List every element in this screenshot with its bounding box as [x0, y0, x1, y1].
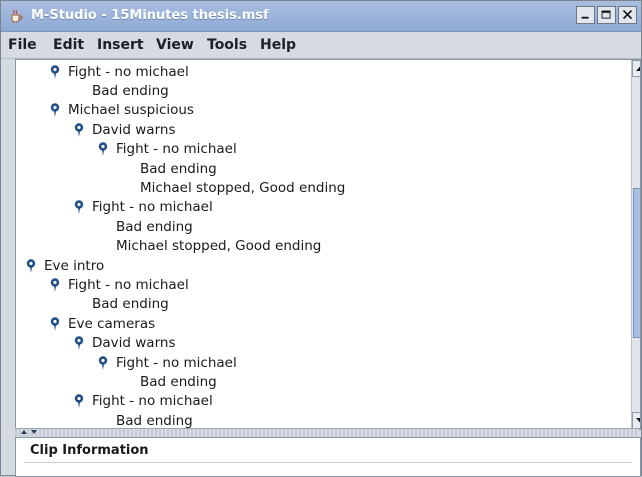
minimize-icon	[581, 16, 589, 19]
tree-node[interactable]: Bad ending	[92, 295, 169, 314]
tree-node-label: Eve cameras	[68, 315, 156, 332]
tree-node-label: Bad ending	[140, 160, 217, 177]
map-pin-icon	[74, 336, 84, 351]
menu-tools[interactable]: Tools	[207, 37, 247, 53]
arrow-up-icon	[636, 66, 640, 71]
tree-node[interactable]: Michael suspicious	[48, 101, 194, 120]
menu-edit[interactable]: Edit	[53, 37, 84, 53]
tree-node[interactable]: Fight - no michael	[72, 392, 213, 411]
tree-node[interactable]: Eve intro	[24, 256, 104, 275]
tree-node[interactable]: Michael stopped, Good ending	[116, 237, 321, 256]
map-pin-icon	[74, 200, 84, 215]
menu-view[interactable]: View	[156, 37, 194, 53]
menu-file[interactable]: File	[8, 37, 37, 53]
tree-node-label: Bad ending	[116, 218, 193, 235]
title-bar[interactable]: M-Studio - 15Minutes thesis.msf	[1, 1, 641, 32]
maximize-icon	[601, 10, 611, 19]
map-pin-icon	[50, 103, 60, 118]
scroll-thumb[interactable]	[633, 188, 640, 338]
tree-node[interactable]: David warns	[72, 334, 176, 353]
tree-node[interactable]: Fight - no michael	[96, 353, 237, 372]
minimize-button[interactable]	[576, 6, 595, 24]
tree-node[interactable]: Fight - no michael	[48, 62, 189, 81]
tree-node[interactable]: Eve cameras	[48, 314, 155, 333]
maximize-button[interactable]	[597, 6, 616, 24]
map-pin-icon	[50, 64, 60, 79]
scene-tree[interactable]: Fight - no michael Bad ending Michael susp…	[15, 59, 641, 430]
map-pin-icon	[98, 355, 108, 370]
map-pin-icon	[26, 258, 36, 273]
tree-node-label: David warns	[92, 121, 176, 138]
vertical-scrollbar[interactable]	[631, 60, 640, 429]
splitter-arrows-icon	[21, 430, 37, 434]
clip-information-panel: Clip Information	[15, 437, 641, 477]
tree-node-label: Michael suspicious	[68, 102, 194, 119]
tree-node[interactable]: Michael stopped, Good ending	[140, 178, 345, 197]
tree-node-label: Fight - no michael	[116, 141, 237, 158]
app-window: M-Studio - 15Minutes thesis.msf File Edi…	[0, 0, 642, 477]
scroll-down-button[interactable]	[632, 412, 640, 429]
tree-node-label: Bad ending	[92, 82, 169, 99]
clip-information-title: Clip Information	[30, 443, 149, 458]
menu-insert[interactable]: Insert	[97, 37, 144, 53]
tree-node-label: Bad ending	[140, 373, 217, 390]
tree-node[interactable]: Fight - no michael	[72, 198, 213, 217]
tree-node[interactable]: Bad ending	[140, 372, 217, 391]
tree-node-label: Fight - no michael	[116, 354, 237, 371]
scroll-up-button[interactable]	[632, 60, 640, 77]
close-icon	[622, 9, 633, 20]
map-pin-icon	[98, 142, 108, 157]
tree-node-label: Fight - no michael	[92, 393, 213, 410]
tree-node-label: Bad ending	[116, 412, 193, 429]
tree-node[interactable]: Fight - no michael	[48, 275, 189, 294]
tree-node-label: Fight - no michael	[68, 276, 189, 293]
tree-node[interactable]: David warns	[72, 120, 176, 139]
tree-node-label: Bad ending	[92, 296, 169, 313]
map-pin-icon	[50, 278, 60, 292]
map-pin-icon	[74, 122, 84, 137]
window-title: M-Studio - 15Minutes thesis.msf	[31, 8, 269, 23]
close-button[interactable]	[618, 6, 637, 24]
tree-node[interactable]: Fight - no michael	[96, 140, 237, 159]
arrow-down-icon	[636, 418, 640, 423]
tree-node[interactable]: Bad ending	[92, 81, 169, 100]
tree-node[interactable]: Bad ending	[116, 217, 193, 236]
tree-node-label: Fight - no michael	[68, 63, 189, 80]
app-cup-icon	[11, 9, 23, 23]
tree-node-label: Fight - no michael	[92, 199, 213, 216]
map-pin-icon	[50, 316, 60, 331]
tree-node[interactable]: Bad ending	[140, 159, 217, 178]
map-pin-icon	[74, 394, 84, 409]
menu-help[interactable]: Help	[260, 37, 296, 53]
menu-bar: File Edit Insert View Tools Help	[1, 32, 641, 59]
tree-node-label: Michael stopped, Good ending	[140, 179, 346, 196]
clip-information-divider	[24, 462, 632, 463]
tree-node-label: David warns	[92, 335, 176, 352]
tree-node-label: Michael stopped, Good ending	[116, 238, 322, 255]
tree-node-label: Eve intro	[44, 257, 105, 274]
